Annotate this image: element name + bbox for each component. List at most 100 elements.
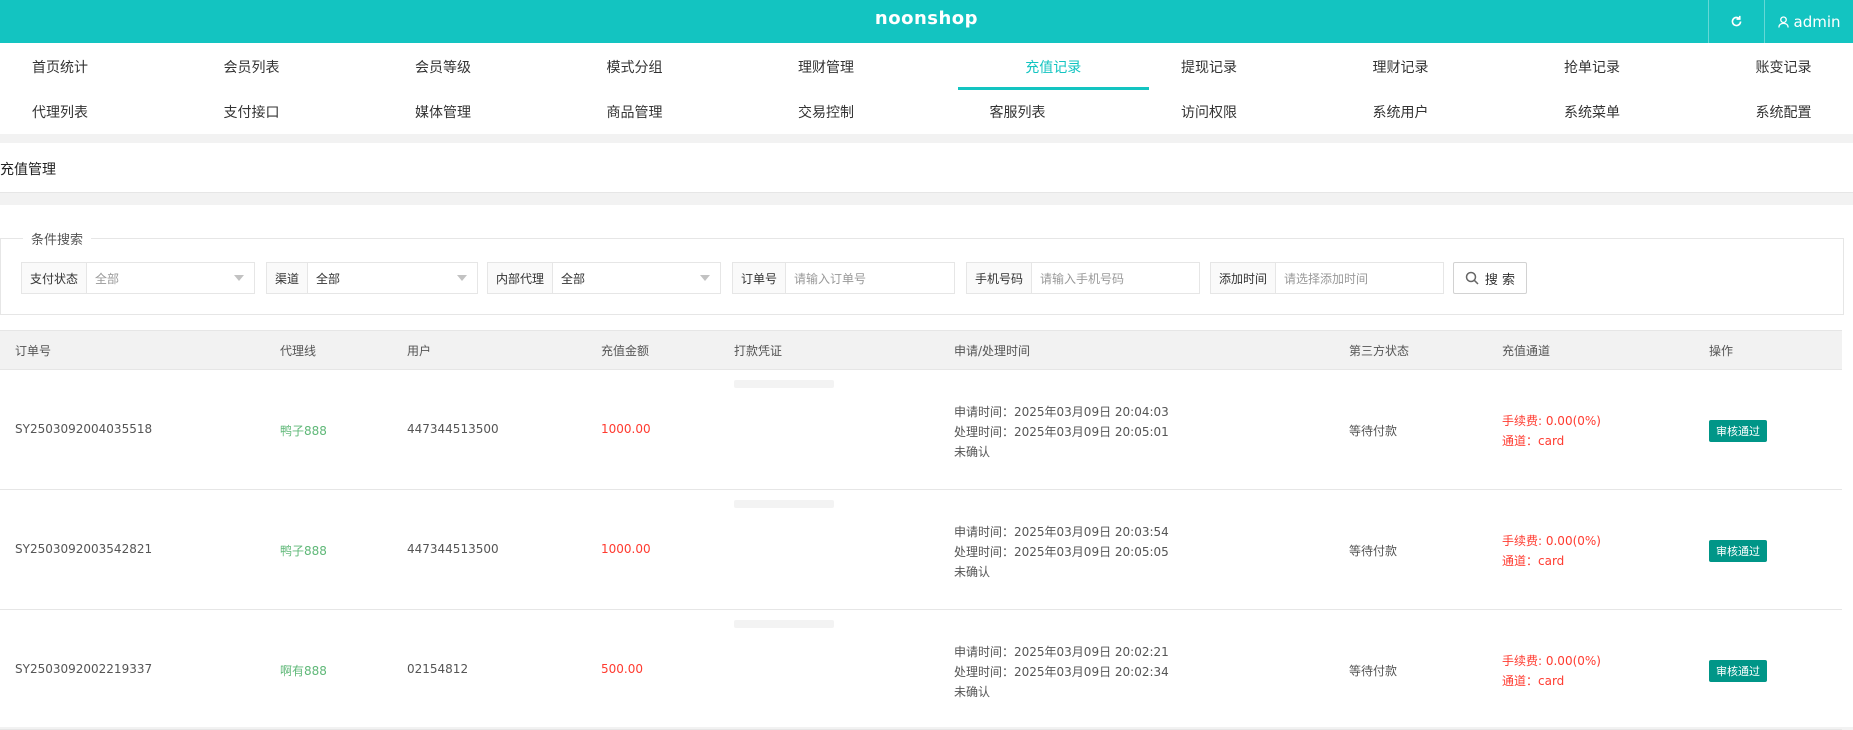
refresh-button[interactable] xyxy=(1708,0,1764,43)
nav-item-wealth-records[interactable]: 理财记录 xyxy=(1341,43,1533,90)
add-time-field[interactable]: 添加时间 请选择添加时间 xyxy=(1210,262,1444,294)
pay-status-value[interactable]: 全部 xyxy=(87,263,254,293)
order-no-field[interactable]: 订单号 请输入订单号 xyxy=(732,262,955,294)
order-number: SY2503092002219337 xyxy=(15,662,152,676)
nav-item-service-list[interactable]: 客服列表 xyxy=(958,90,1150,134)
process-time: 处理时间：2025年03月09日 20:02:34 xyxy=(954,662,1169,682)
third-party-status: 等待付款 xyxy=(1349,662,1397,679)
username: admin xyxy=(1794,13,1841,31)
search-panel: 条件搜索 支付状态 全部 渠道 全部 内部代理 全部 订单号 请输入订单号 手机… xyxy=(0,238,1844,315)
payment-proof-image[interactable] xyxy=(734,500,834,508)
search-button-label: 搜 索 xyxy=(1485,269,1515,288)
nav-item-member-list[interactable]: 会员列表 xyxy=(192,43,384,90)
payment-proof-image[interactable] xyxy=(734,380,834,388)
nav-item-account-change-records[interactable]: 账变记录 xyxy=(1724,43,1853,90)
channel-select[interactable]: 渠道 全部 xyxy=(266,262,478,294)
payment-proof-image[interactable] xyxy=(734,620,834,628)
channel-info: 手续费: 0.00(0%) 通道：card xyxy=(1502,651,1601,691)
column-header: 充值金额 xyxy=(601,342,649,359)
nav-item-media-management[interactable]: 媒体管理 xyxy=(383,90,575,134)
chevron-down-icon xyxy=(700,275,710,281)
internal-agent-label: 内部代理 xyxy=(488,263,553,293)
recharge-amount: 1000.00 xyxy=(601,422,651,436)
nav-item-recharge-records[interactable]: 充值记录 xyxy=(958,43,1150,90)
agent-line: 鸭子888 xyxy=(280,422,327,439)
phone-field[interactable]: 手机号码 请输入手机号码 xyxy=(966,262,1200,294)
column-header: 操作 xyxy=(1709,342,1733,359)
column-header: 充值通道 xyxy=(1502,342,1550,359)
order-number: SY2503092003542821 xyxy=(15,542,152,556)
third-party-status: 等待付款 xyxy=(1349,422,1397,439)
apply-time: 申请时间：2025年03月09日 20:03:54 xyxy=(954,522,1169,542)
confirm-status: 未确认 xyxy=(954,442,1169,462)
add-time-input[interactable]: 请选择添加时间 xyxy=(1276,263,1443,293)
add-time-label: 添加时间 xyxy=(1211,263,1276,293)
header-actions: admin xyxy=(1708,0,1853,43)
column-header: 打款凭证 xyxy=(734,342,782,359)
nav-item-wealth-management[interactable]: 理财管理 xyxy=(766,43,958,90)
apply-time: 申请时间：2025年03月09日 20:04:03 xyxy=(954,402,1169,422)
confirm-status: 未确认 xyxy=(954,562,1169,582)
fee-text: 手续费: 0.00(0%) xyxy=(1502,531,1601,551)
approve-button[interactable]: 审核通过 xyxy=(1709,660,1767,682)
apply-time: 申请时间：2025年03月09日 20:02:21 xyxy=(954,642,1169,662)
table-row: SY2503092002219337 啊有888 02154812 500.00… xyxy=(0,610,1842,730)
nav-item-system-config[interactable]: 系统配置 xyxy=(1724,90,1853,134)
section-header: 充值管理 xyxy=(0,143,1853,193)
nav-item-system-menu[interactable]: 系统菜单 xyxy=(1532,90,1724,134)
chevron-down-icon xyxy=(457,275,467,281)
main-content: 条件搜索 支付状态 全部 渠道 全部 内部代理 全部 订单号 请输入订单号 手机… xyxy=(0,205,1853,727)
channel-text: 通道：card xyxy=(1502,551,1601,571)
agent-line: 鸭子888 xyxy=(280,542,327,559)
column-header: 申请/处理时间 xyxy=(954,342,1030,359)
table-header: 订单号 代理线 用户 充值金额 打款凭证 申请/处理时间 第三方状态 充值通道 … xyxy=(0,330,1842,370)
main-nav: 首页统计 会员列表 会员等级 模式分组 理财管理 充值记录 提现记录 理财记录 … xyxy=(0,43,1853,134)
nav-item-member-level[interactable]: 会员等级 xyxy=(383,43,575,90)
approve-button[interactable]: 审核通过 xyxy=(1709,420,1767,442)
approve-button[interactable]: 审核通过 xyxy=(1709,540,1767,562)
pay-status-label: 支付状态 xyxy=(22,263,87,293)
column-header: 第三方状态 xyxy=(1349,342,1409,359)
phone-label: 手机号码 xyxy=(967,263,1032,293)
third-party-status: 等待付款 xyxy=(1349,542,1397,559)
page-title: 充值管理 xyxy=(0,159,56,179)
channel-label: 渠道 xyxy=(267,263,308,293)
process-time: 处理时间：2025年03月09日 20:05:01 xyxy=(954,422,1169,442)
brand-title: noonshop xyxy=(0,0,1853,43)
user-id: 02154812 xyxy=(407,662,468,676)
fee-text: 手续费: 0.00(0%) xyxy=(1502,411,1601,431)
channel-value[interactable]: 全部 xyxy=(308,263,477,293)
column-header: 用户 xyxy=(407,342,431,359)
refresh-icon xyxy=(1730,15,1743,28)
nav-item-grab-order-records[interactable]: 抢单记录 xyxy=(1532,43,1724,90)
nav-item-payment-interface[interactable]: 支付接口 xyxy=(192,90,384,134)
user-icon xyxy=(1778,16,1789,28)
process-time: 处理时间：2025年03月09日 20:05:05 xyxy=(954,542,1169,562)
internal-agent-value[interactable]: 全部 xyxy=(553,263,720,293)
nav-item-mode-group[interactable]: 模式分组 xyxy=(575,43,767,90)
nav-item-system-users[interactable]: 系统用户 xyxy=(1341,90,1533,134)
nav-item-agent-list[interactable]: 代理列表 xyxy=(0,90,192,134)
column-header: 订单号 xyxy=(15,342,51,359)
nav-item-trade-control[interactable]: 交易控制 xyxy=(766,90,958,134)
confirm-status: 未确认 xyxy=(954,682,1169,702)
recharge-table: 订单号 代理线 用户 充值金额 打款凭证 申请/处理时间 第三方状态 充值通道 … xyxy=(0,330,1842,730)
nav-item-product-management[interactable]: 商品管理 xyxy=(575,90,767,134)
time-info: 申请时间：2025年03月09日 20:04:03 处理时间：2025年03月0… xyxy=(954,402,1169,462)
pay-status-select[interactable]: 支付状态 全部 xyxy=(21,262,255,294)
user-menu-button[interactable]: admin xyxy=(1764,0,1853,43)
phone-input[interactable]: 请输入手机号码 xyxy=(1032,263,1199,293)
search-icon xyxy=(1465,271,1479,285)
order-no-input[interactable]: 请输入订单号 xyxy=(786,263,954,293)
time-info: 申请时间：2025年03月09日 20:03:54 处理时间：2025年03月0… xyxy=(954,522,1169,582)
nav-item-access-permission[interactable]: 访问权限 xyxy=(1149,90,1341,134)
nav-item-withdraw-records[interactable]: 提现记录 xyxy=(1149,43,1341,90)
search-button[interactable]: 搜 索 xyxy=(1453,262,1527,294)
internal-agent-select[interactable]: 内部代理 全部 xyxy=(487,262,721,294)
time-info: 申请时间：2025年03月09日 20:02:21 处理时间：2025年03月0… xyxy=(954,642,1169,702)
channel-info: 手续费: 0.00(0%) 通道：card xyxy=(1502,531,1601,571)
fee-text: 手续费: 0.00(0%) xyxy=(1502,651,1601,671)
nav-item-dashboard[interactable]: 首页统计 xyxy=(0,43,192,90)
user-id: 447344513500 xyxy=(407,422,499,436)
user-id: 447344513500 xyxy=(407,542,499,556)
